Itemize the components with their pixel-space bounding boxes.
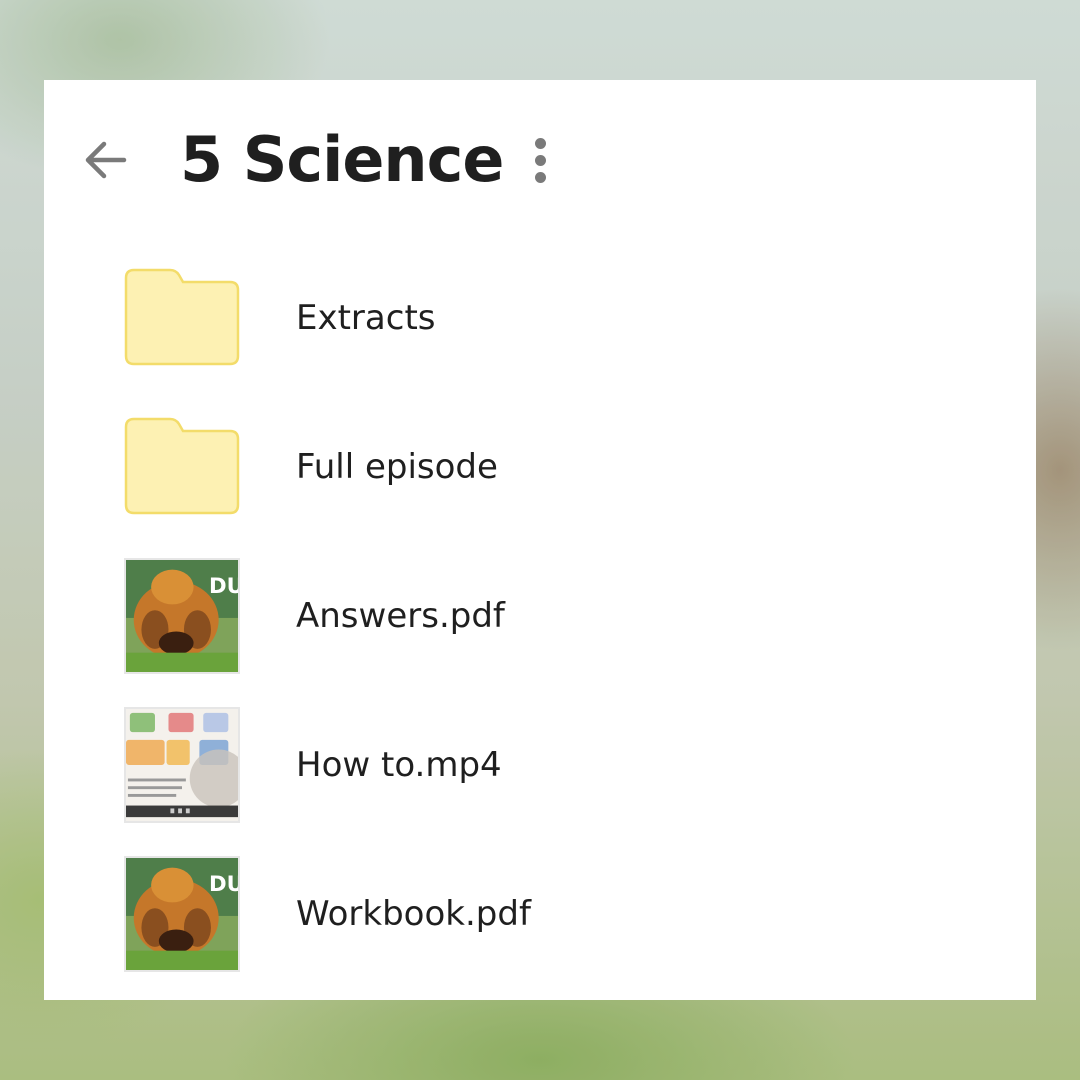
back-button[interactable]	[78, 132, 134, 188]
pdf-thumbnail: DU DA	[124, 856, 240, 972]
more-options-button[interactable]	[520, 132, 560, 188]
more-vertical-icon-dot	[534, 154, 546, 166]
file-list: Extracts Full episode DU DA Answers.pdf	[44, 250, 1036, 995]
file-browser-panel: 5 Science Extracts Full episode D Answer…	[44, 80, 1036, 1000]
file-name: Full episode	[296, 447, 498, 487]
video-thumbnail	[124, 707, 240, 823]
pdf-thumbnail: DU DA	[124, 558, 240, 674]
thumbnail-text: DU DA	[209, 872, 240, 897]
file-name: Extracts	[296, 298, 436, 338]
file-name: Workbook.pdf	[296, 894, 531, 934]
folder-icon	[124, 417, 240, 515]
list-item[interactable]: DU DA Answers.pdf	[44, 548, 1036, 697]
list-item[interactable]: Extracts	[44, 250, 1036, 399]
more-vertical-icon	[534, 137, 546, 149]
folder-icon	[124, 268, 240, 366]
list-item[interactable]: DU DA Workbook.pdf	[44, 846, 1036, 995]
header: 5 Science	[44, 80, 1036, 240]
more-vertical-icon-dot	[534, 171, 546, 183]
list-item[interactable]: How to.mp4	[44, 697, 1036, 846]
file-name: How to.mp4	[296, 745, 502, 785]
page-title: 5 Science	[180, 123, 504, 196]
thumbnail-text: DU DA	[209, 574, 240, 599]
file-name: Answers.pdf	[296, 596, 505, 636]
arrow-left-icon	[85, 141, 127, 179]
list-item[interactable]: Full episode	[44, 399, 1036, 548]
